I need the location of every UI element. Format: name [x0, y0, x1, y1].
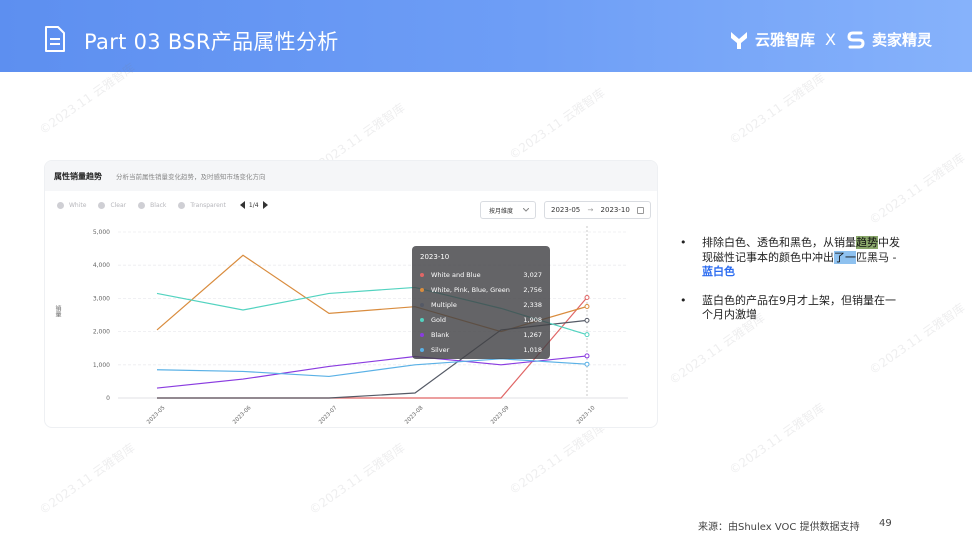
- document-icon: [45, 26, 65, 52]
- series-dot: [420, 302, 424, 307]
- yunya-logo-icon: [731, 31, 747, 49]
- bullet-item: • 蓝白色的产品在9月才上架，但销量在一个月内激增: [680, 294, 900, 323]
- tooltip-row: White, Pink, Blue, Green 2,756: [420, 282, 542, 297]
- filter-label: Transparent: [190, 201, 226, 209]
- panel-subtitle: 分析当前属性销量变化趋势，及时感知市场变化方向: [116, 173, 266, 181]
- tooltip-series-value: 2,338: [523, 300, 542, 309]
- bullet-item: • 排除白色、透色和黑色，从销量趋势中发现磁性记事本的颜色中冲出了一匹黑马 - …: [680, 236, 900, 280]
- chevron-down-icon: [523, 208, 529, 212]
- tooltip-series-name: Gold: [431, 315, 446, 324]
- tooltip-title: 2023-10: [420, 253, 450, 261]
- brand-logos: 云雅智库 X 卖家精灵: [729, 29, 932, 50]
- tooltip-series-name: Blank: [431, 330, 450, 339]
- accent-text: 蓝白色: [702, 265, 735, 278]
- bullet-marker: •: [680, 293, 687, 307]
- tooltip-row: Multiple 2,338: [420, 297, 542, 312]
- series-dot: [420, 287, 424, 292]
- watermark: ©2023.11 云雅智库: [36, 440, 138, 518]
- watermark: ©2023.11 云雅智库: [306, 440, 408, 518]
- watermark: ©2023.11 云雅智库: [866, 150, 968, 228]
- filter-black[interactable]: Black: [138, 201, 167, 209]
- filter-dot: [178, 201, 186, 209]
- series-dot: [420, 332, 424, 337]
- calendar-icon: [636, 206, 644, 214]
- y-axis-label: 销量: [54, 305, 61, 317]
- bullet-text-part: 排除白色、透色和黑色，从销量: [702, 236, 856, 249]
- bullet-text-part: 匹黑马 -: [856, 250, 897, 264]
- bullet-text: 蓝白色的产品在9月才上架，但销量在一个月内激增: [702, 293, 896, 322]
- series-filter-legend: White Clear Black Transparent 1/4: [57, 201, 268, 209]
- filter-label: Clear: [110, 201, 127, 209]
- filter-white[interactable]: White: [57, 201, 87, 209]
- highlighted-text: 了一: [834, 250, 856, 264]
- series-dot: [420, 272, 424, 277]
- prev-page-icon[interactable]: [239, 201, 245, 209]
- tooltip-series-name: Multiple: [431, 300, 457, 309]
- watermark: ©2023.11 云雅智库: [726, 400, 828, 478]
- page-title: Part 03 BSR产品属性分析: [84, 30, 339, 54]
- tooltip-series-value: 1,267: [523, 330, 542, 339]
- watermark: ©2023.11 云雅智库: [506, 420, 608, 498]
- chart-tooltip: 2023-10 White and Blue 3,027 White, Pink…: [412, 246, 550, 359]
- filter-transparent[interactable]: Transparent: [178, 201, 226, 209]
- brand-separator: X: [825, 30, 836, 49]
- legend-pager: 1/4: [239, 201, 268, 209]
- attribute-trend-panel: 属性销量趋势 分析当前属性销量变化趋势，及时感知市场变化方向 White Cle…: [44, 160, 658, 428]
- source-note: 来源：由Shulex VOC 提供数据支持: [698, 522, 860, 533]
- header-bar: Part 03 BSR产品属性分析 云雅智库 X 卖家精灵: [0, 0, 972, 72]
- filter-label: White: [69, 201, 87, 209]
- tooltip-series-name: White and Blue: [431, 270, 481, 279]
- tooltip-row: White and Blue 3,027: [420, 267, 542, 282]
- granularity-select[interactable]: 按月维度: [480, 201, 536, 219]
- tooltip-row: Silver 1,018: [420, 342, 542, 357]
- filter-clear[interactable]: Clear: [98, 201, 127, 209]
- insight-bullets: • 排除白色、透色和黑色，从销量趋势中发现磁性记事本的颜色中冲出了一匹黑马 - …: [680, 236, 900, 337]
- tooltip-series-name: Silver: [431, 345, 450, 354]
- granularity-value: 按月维度: [489, 207, 514, 215]
- panel-header: 属性销量趋势 分析当前属性销量变化趋势，及时感知市场变化方向: [45, 161, 657, 191]
- date-range-picker[interactable]: 2023-05 → 2023-10: [544, 201, 651, 219]
- tooltip-series-value: 1,018: [523, 345, 542, 354]
- highlighted-text: 趋势: [856, 236, 878, 249]
- tooltip-row: Gold 1,908: [420, 312, 542, 327]
- date-arrow: →: [587, 206, 594, 214]
- tooltip-series-name: White, Pink, Blue, Green: [431, 285, 510, 294]
- filter-label: Black: [150, 201, 167, 209]
- bullet-marker: •: [680, 236, 687, 249]
- tooltip-series-value: 3,027: [523, 270, 542, 279]
- sellersprite-logo-icon: [847, 31, 865, 48]
- page-number: 49: [879, 518, 892, 529]
- filter-dot: [57, 201, 64, 209]
- tooltip-series-value: 2,756: [523, 285, 542, 294]
- filter-dot: [138, 201, 146, 209]
- watermark: ©2023.11 云雅智库: [726, 70, 828, 148]
- tooltip-row: Blank 1,267: [420, 327, 542, 342]
- filter-dot: [98, 201, 106, 209]
- next-page-icon[interactable]: [262, 201, 268, 209]
- date-to: 2023-10: [600, 206, 630, 214]
- brand-right: 卖家精灵: [871, 31, 932, 49]
- pager-label: 1/4: [248, 201, 259, 209]
- watermark: ©2023.11 云雅智库: [506, 85, 608, 163]
- date-from: 2023-05: [551, 206, 581, 214]
- brand-left: 云雅智库: [755, 31, 816, 49]
- series-dot: [420, 347, 424, 352]
- panel-title: 属性销量趋势: [54, 171, 102, 181]
- tooltip-series-value: 1,908: [523, 315, 542, 324]
- bullet-text: 排除白色、透色和黑色，从销量趋势中发现磁性记事本的颜色中冲出了一匹黑马 - 蓝白…: [702, 236, 900, 280]
- series-dot: [420, 317, 424, 322]
